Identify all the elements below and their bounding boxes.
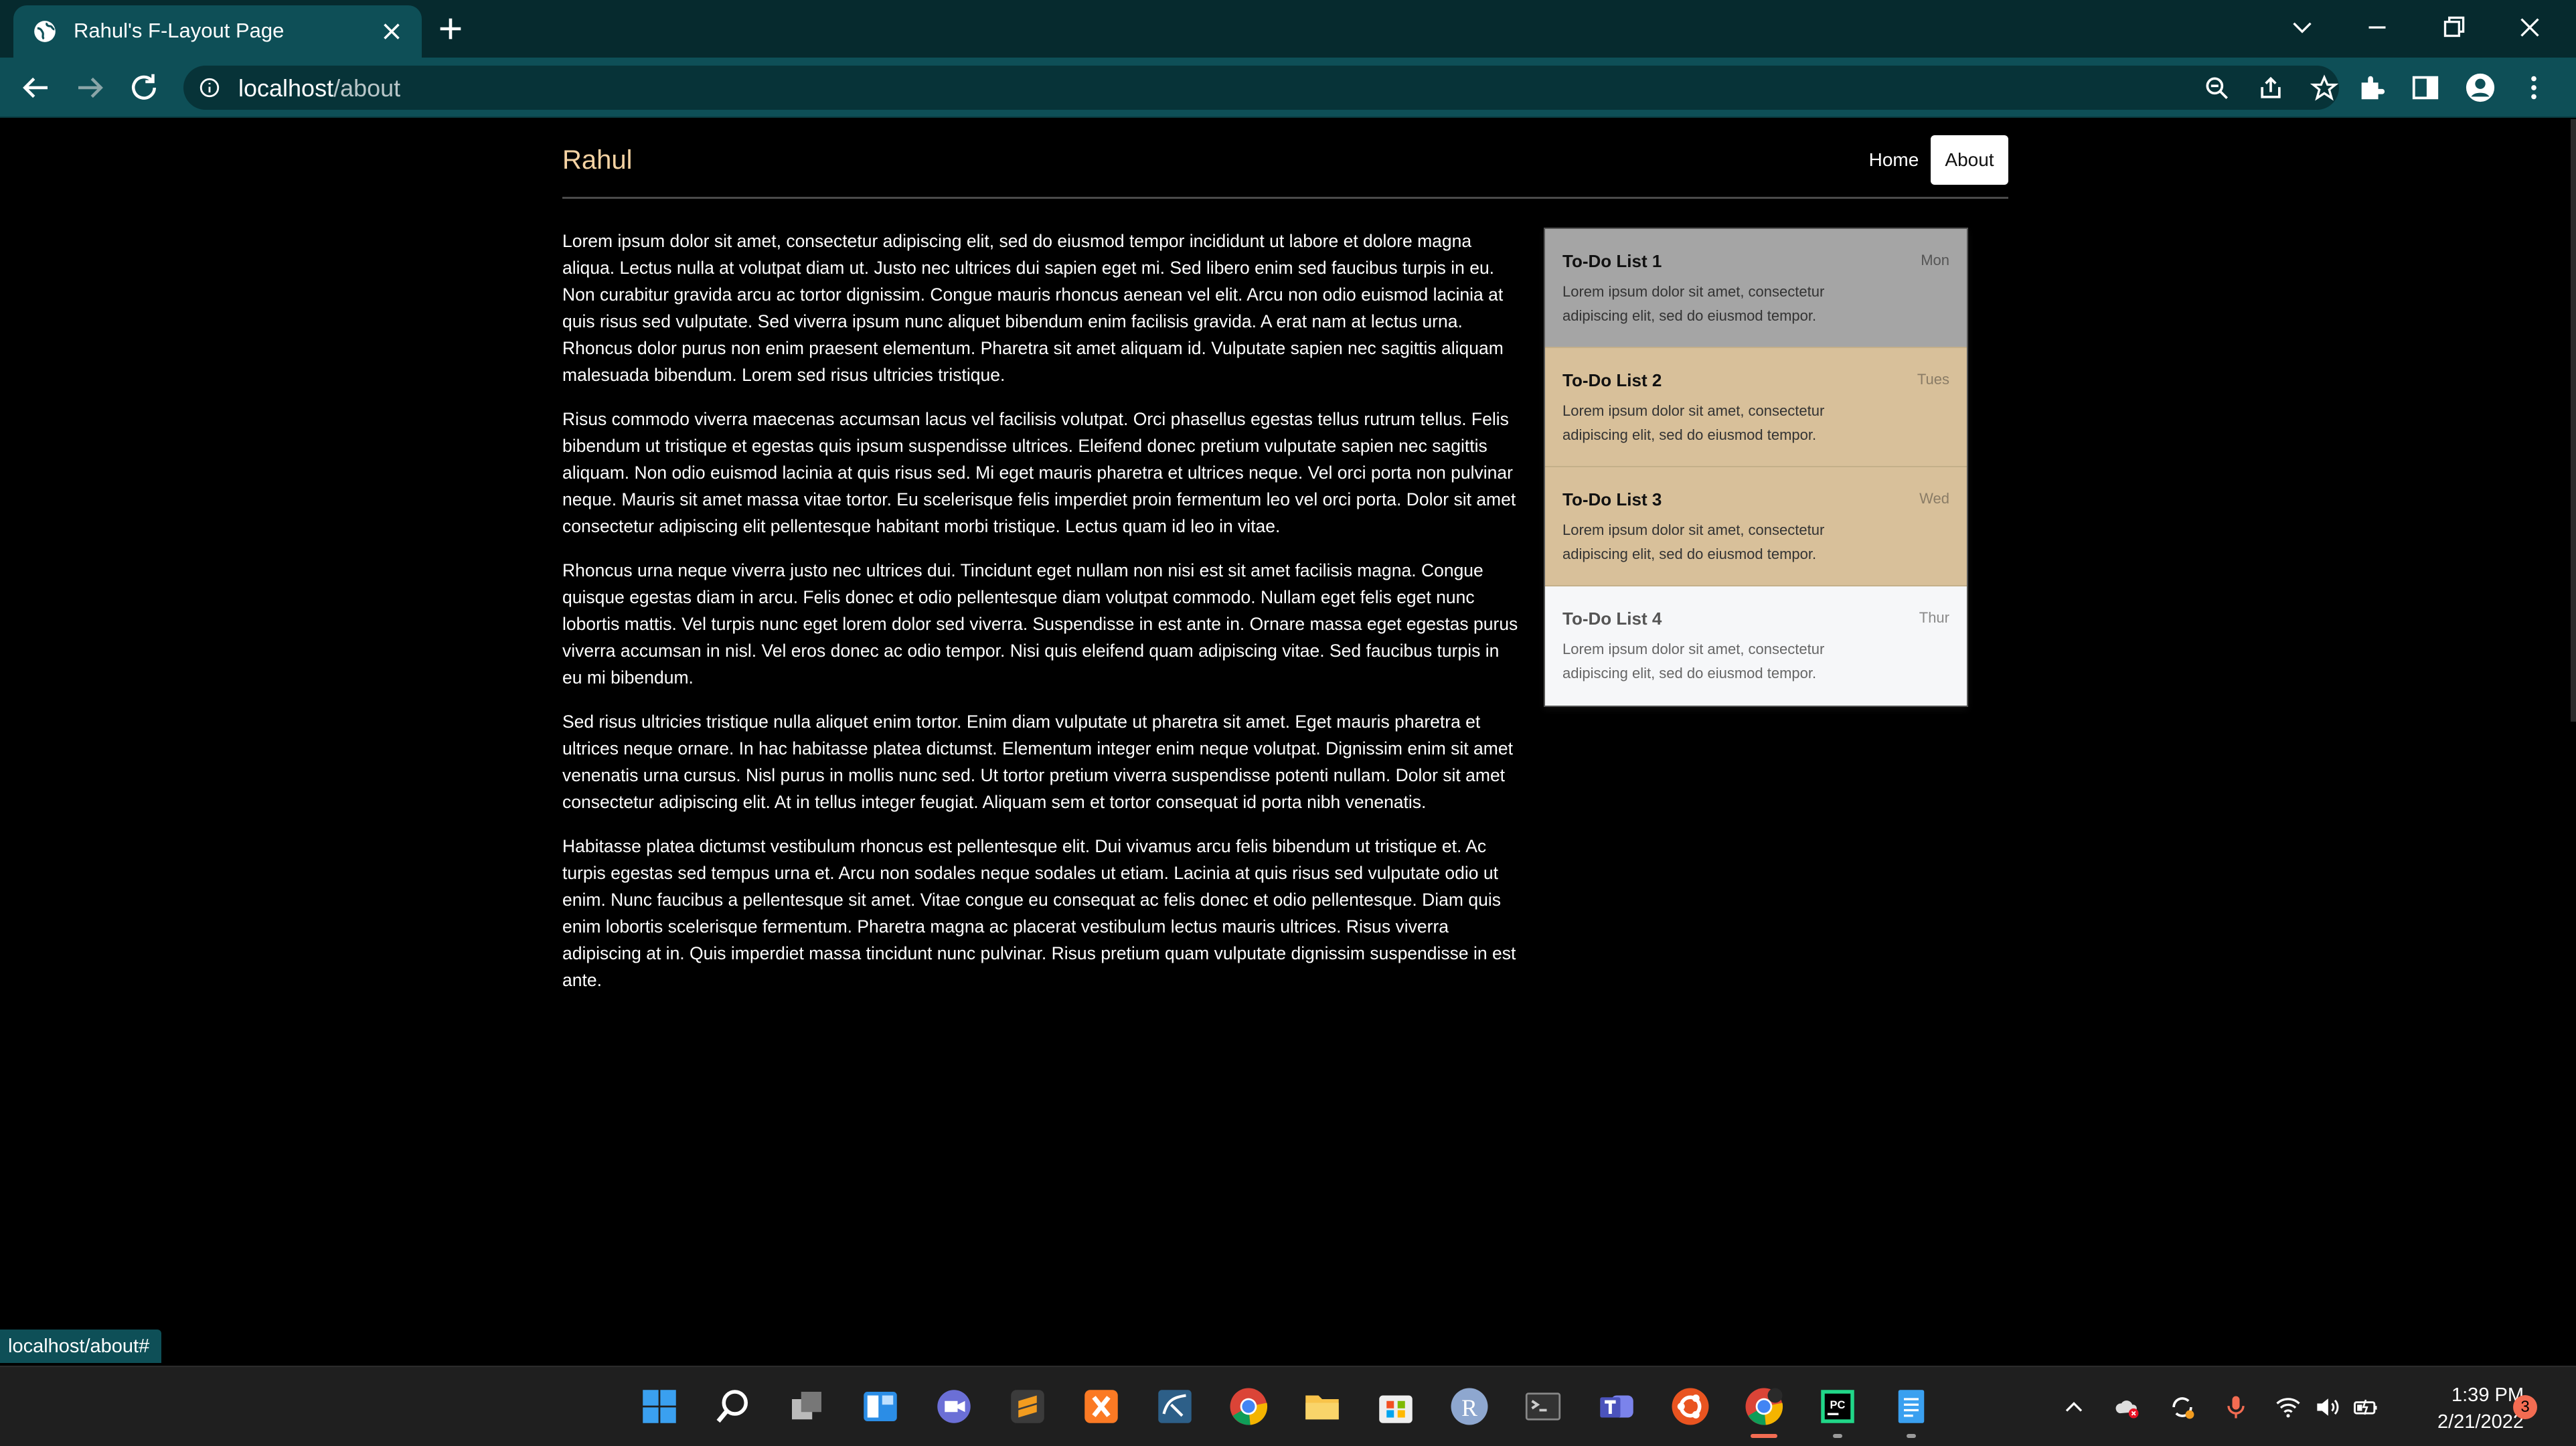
cloud-sync-error-icon[interactable] xyxy=(2113,1392,2142,1422)
todo-day: Thur xyxy=(1919,609,1949,626)
start-icon[interactable] xyxy=(637,1384,681,1429)
close-window-icon[interactable] xyxy=(2513,11,2547,44)
side-panel-icon[interactable] xyxy=(2410,72,2441,103)
todo-day: Mon xyxy=(1921,252,1949,268)
todo-text: Lorem ipsum dolor sit amet, consectetur … xyxy=(1562,402,1825,443)
todo-title: To-Do List 2 xyxy=(1562,370,1662,390)
site-brand[interactable]: Rahul xyxy=(562,143,633,177)
update-icon[interactable] xyxy=(2168,1392,2197,1422)
main-content: Lorem ipsum dolor sit amet, consectetur … xyxy=(562,228,1520,1011)
globe-icon xyxy=(34,21,56,42)
todo-text: Lorem ipsum dolor sit amet, consectetur … xyxy=(1562,641,1825,681)
microphone-icon[interactable] xyxy=(2221,1392,2251,1422)
todo-day: Wed xyxy=(1919,490,1949,507)
menu-kebab-icon[interactable] xyxy=(2518,72,2549,103)
pycharm-icon[interactable]: PC xyxy=(1816,1384,1860,1438)
mysql-workbench-icon[interactable] xyxy=(1153,1384,1197,1429)
todo-text: Lorem ipsum dolor sit amet, consectetur … xyxy=(1562,521,1825,562)
web-page: Rahul Home About Lorem ipsum dolor sit a… xyxy=(0,119,2576,1364)
browser-tab[interactable]: Rahul's F-Layout Page xyxy=(13,5,422,58)
todo-list-item-3[interactable]: To-Do List 3 Wed Lorem ipsum dolor sit a… xyxy=(1545,467,1967,586)
xampp-icon[interactable] xyxy=(1079,1384,1123,1429)
new-tab-icon[interactable] xyxy=(435,13,466,44)
running-app-indicator xyxy=(1907,1434,1916,1438)
paragraph: Lorem ipsum dolor sit amet, consectetur … xyxy=(562,231,1504,385)
tab-title: Rahul's F-Layout Page xyxy=(74,19,285,42)
address-bar[interactable]: localhost/about xyxy=(183,66,2339,110)
chat-icon[interactable] xyxy=(932,1384,976,1429)
share-icon[interactable] xyxy=(2256,74,2285,103)
todo-list-item-4[interactable]: To-Do List 4 Thur Lorem ipsum dolor sit … xyxy=(1545,586,1967,706)
page-container: Rahul Home About Lorem ipsum dolor sit a… xyxy=(562,119,2008,1324)
restore-icon[interactable] xyxy=(2437,11,2470,44)
browser-toolbar: localhost/about xyxy=(0,58,2576,118)
widgets-icon[interactable] xyxy=(858,1384,902,1429)
todo-title: To-Do List 4 xyxy=(1562,609,1662,629)
clock-date: 2/21/2022 xyxy=(2437,1411,2524,1433)
back-icon[interactable] xyxy=(17,70,54,106)
forward-icon[interactable] xyxy=(72,70,108,106)
todo-title: To-Do List 1 xyxy=(1562,251,1662,271)
url-host: localhost xyxy=(238,74,334,102)
extensions-icon[interactable] xyxy=(2356,72,2387,103)
nav-about-link[interactable]: About xyxy=(1931,135,2008,185)
chrome-icon[interactable] xyxy=(1226,1384,1271,1429)
profile-icon[interactable] xyxy=(2465,72,2496,103)
page-scrollbar[interactable] xyxy=(2571,119,2576,722)
notepad-icon[interactable] xyxy=(1889,1384,1933,1438)
todo-day: Tues xyxy=(1917,371,1949,388)
system-clock[interactable]: 1:39 PM 2/21/2022 xyxy=(2397,1382,2524,1435)
file-explorer-icon[interactable] xyxy=(1300,1384,1344,1429)
todo-text: Lorem ipsum dolor sit amet, consectetur … xyxy=(1562,283,1825,324)
url-text[interactable]: localhost/about xyxy=(238,74,400,103)
clock-time: 1:39 PM xyxy=(2451,1384,2524,1406)
search-icon[interactable] xyxy=(711,1384,755,1429)
terminal-icon[interactable] xyxy=(1521,1384,1565,1429)
paragraph: Sed risus ultricies tristique nulla aliq… xyxy=(562,712,1513,812)
todo-list-item-1[interactable]: To-Do List 1 Mon Lorem ipsum dolor sit a… xyxy=(1545,229,1967,348)
svg-text:PC: PC xyxy=(1830,1399,1846,1411)
active-app-indicator xyxy=(1751,1434,1777,1438)
close-tab-icon[interactable] xyxy=(378,17,406,46)
todo-list-item-2[interactable]: To-Do List 2 Tues Lorem ipsum dolor sit … xyxy=(1545,348,1967,467)
header-divider xyxy=(562,197,2008,199)
bookmark-star-icon[interactable] xyxy=(2310,74,2339,103)
ubuntu-icon[interactable] xyxy=(1668,1384,1712,1429)
paragraph: Risus commodo viverra maecenas accumsan … xyxy=(562,409,1516,536)
teams-icon[interactable] xyxy=(1595,1384,1639,1429)
wifi-icon[interactable] xyxy=(2273,1392,2303,1422)
paragraph: Rhoncus urna neque viverra justo nec ult… xyxy=(562,560,1518,688)
todo-title: To-Do List 3 xyxy=(1562,489,1662,509)
r-icon[interactable]: R xyxy=(1447,1384,1492,1429)
site-info-icon[interactable] xyxy=(198,76,221,99)
zoom-icon[interactable] xyxy=(2202,74,2232,103)
svg-text:R: R xyxy=(1461,1394,1477,1421)
reload-icon[interactable] xyxy=(126,70,162,106)
battery-icon[interactable] xyxy=(2351,1392,2381,1422)
chrome-profile-icon[interactable] xyxy=(1742,1384,1786,1438)
microsoft-store-icon[interactable] xyxy=(1374,1384,1418,1429)
status-bar-link: localhost/about# xyxy=(0,1330,162,1363)
sublime-text-icon[interactable] xyxy=(1005,1384,1050,1429)
browser-tab-bar: Rahul's F-Layout Page xyxy=(0,0,2576,58)
minimize-icon[interactable] xyxy=(2360,11,2394,44)
tab-search-chevron-icon[interactable] xyxy=(2285,11,2319,44)
volume-icon[interactable] xyxy=(2312,1392,2342,1422)
url-path: /about xyxy=(333,74,401,102)
chevron-up-icon[interactable] xyxy=(2059,1392,2089,1422)
task-view-icon[interactable] xyxy=(785,1384,829,1429)
notification-badge[interactable]: 3 xyxy=(2513,1395,2537,1419)
todo-list-group: To-Do List 1 Mon Lorem ipsum dolor sit a… xyxy=(1544,228,1968,707)
taskbar: R PC 1:39 PM 2/21/2022 3 xyxy=(0,1366,2576,1446)
running-app-indicator xyxy=(1833,1434,1842,1438)
nav-home-link[interactable]: Home xyxy=(1857,135,1931,185)
paragraph: Habitasse platea dictumst vestibulum rho… xyxy=(562,836,1516,990)
